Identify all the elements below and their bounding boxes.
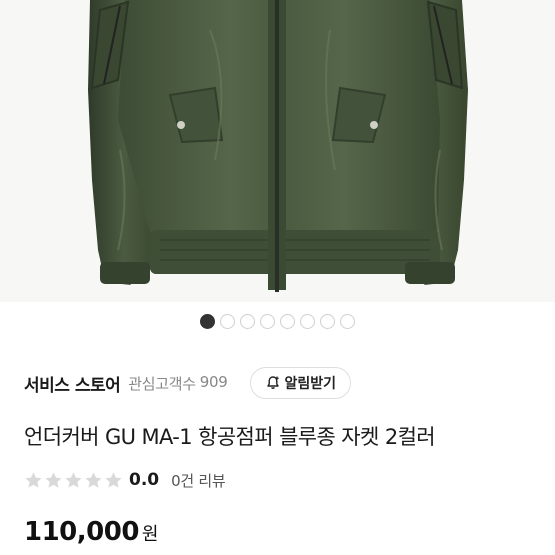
pager-dot[interactable] (300, 313, 315, 329)
pager-dot[interactable] (260, 313, 275, 329)
star-icon (65, 471, 82, 488)
pager-dot-active[interactable] (200, 313, 215, 329)
pager-dot[interactable] (320, 313, 335, 329)
follower-label: 관심고객수 (128, 374, 196, 393)
review-count[interactable]: 0건 리뷰 (171, 470, 226, 491)
follower-count: 관심고객수 909 (128, 372, 228, 394)
notify-label: 알림받기 (284, 375, 337, 391)
price-currency: 원 (141, 524, 159, 545)
bell-plus-icon (266, 376, 279, 389)
star-icon (105, 471, 122, 488)
pager-dot[interactable] (220, 313, 235, 329)
image-pager (0, 312, 555, 330)
rating-row: 0.0 0건 리뷰 (24, 469, 226, 491)
price: 110,000 (24, 517, 139, 547)
follower-value: 909 (199, 372, 228, 391)
product-image[interactable] (0, 0, 555, 302)
notify-button[interactable]: 알림받기 (249, 367, 352, 399)
jacket-photo (0, 0, 555, 302)
star-icon (25, 471, 42, 488)
pager-dot[interactable] (240, 313, 255, 329)
star-icon (85, 471, 102, 488)
store-name[interactable]: 서비스 스토어 (24, 371, 121, 396)
product-title: 언더커버 GU MA-1 항공점퍼 블루종 자켓 2컬러 (24, 425, 436, 449)
store-info: 서비스 스토어 관심고객수 909 알림받기 (24, 366, 531, 400)
pager-dot[interactable] (280, 313, 295, 329)
pager-dot[interactable] (340, 313, 355, 329)
star-icon (45, 471, 62, 488)
rating-stars (24, 471, 123, 490)
price-row: 110,000 원 (24, 517, 158, 547)
rating-score: 0.0 (129, 470, 160, 490)
